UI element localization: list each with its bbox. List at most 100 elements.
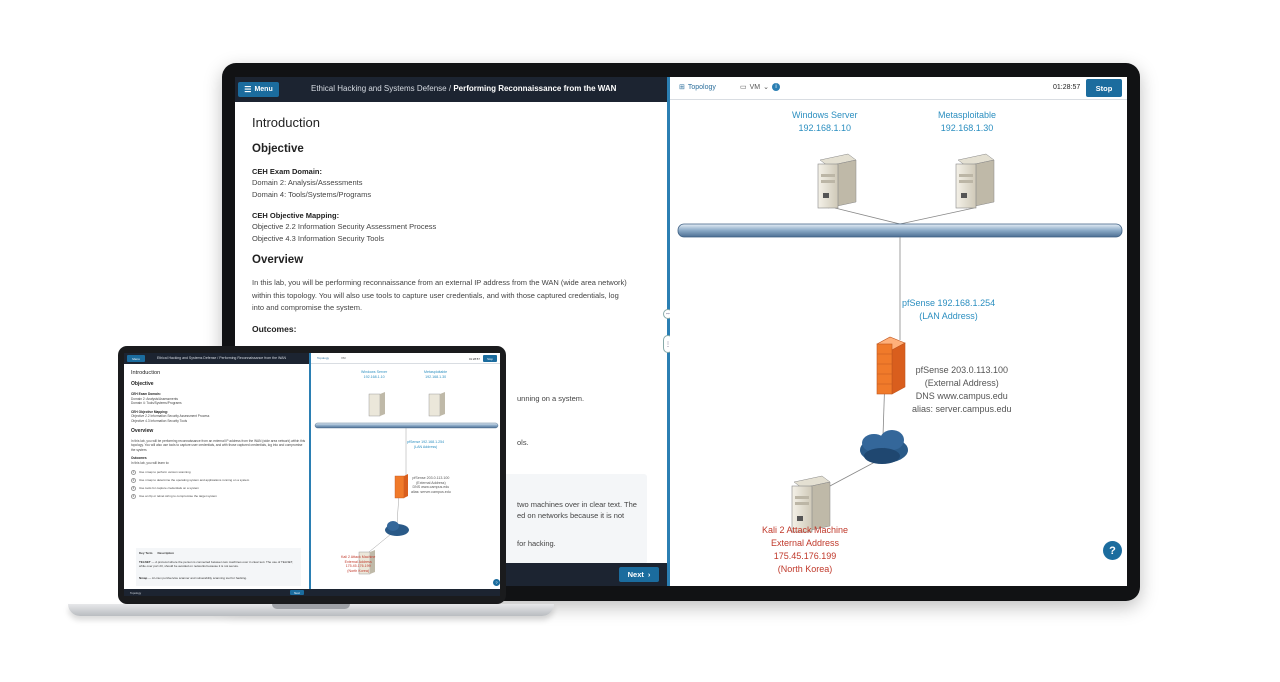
ceh-domain-label: CEH Exam Domain:: [252, 167, 323, 176]
laptop-help-button[interactable]: ?: [493, 579, 500, 586]
domain-item: Domain 4: Tools/Systems/Programs: [252, 190, 372, 199]
pfsense-wan-line: DNS www.campus.edu: [915, 391, 1008, 401]
laptop-overview-text: In this lab, you will be performing reco…: [131, 438, 306, 452]
internet-cloud-icon[interactable]: [860, 430, 908, 464]
metasploitable-name: Metasploitable: [938, 110, 997, 120]
hamburger-icon: ☰: [244, 84, 252, 94]
laptop-firewall-icon[interactable]: [394, 474, 408, 499]
laptop-key-terms-table: Key Term Description TELNET — A protocol…: [136, 548, 301, 586]
text-fragment: two machines over in clear text. The: [517, 500, 637, 509]
kali-line: Kali 2 Attack Machine: [762, 525, 849, 535]
menu-button[interactable]: ☰ Menu: [238, 82, 279, 97]
next-label: Next: [627, 570, 644, 579]
laptop-table-header: Key Term Description: [139, 551, 174, 555]
laptop-timer: 01:28:57: [469, 356, 480, 361]
laptop-topology-panel: Windows Server 192.168.1.10 Metasploitabl…: [311, 364, 500, 589]
topology-diagram: [677, 153, 1123, 533]
monitor-icon: ▭: [740, 84, 747, 91]
breadcrumb-lab: Performing Reconnaissance from the WAN: [453, 84, 617, 93]
laptop-metasploitable-label: Metasploitable 192.168.1.30: [424, 370, 448, 379]
laptop-outcome-item: 1 Use nmap to perform version scanning: [131, 469, 191, 475]
breadcrumb: Ethical Hacking and Systems Defense / Pe…: [311, 84, 616, 93]
pfsense-wan-line: (External Address): [924, 378, 999, 388]
metasploitable-label: Metasploitable 192.168.1.30: [938, 109, 996, 135]
topology-grid-icon: ⊞: [679, 84, 685, 91]
laptop-topology-header: Topology VM 01:28:57 Stop: [311, 353, 500, 364]
menu-label: Menu: [254, 86, 273, 93]
network-bus: [677, 223, 1123, 238]
laptop-screen: Menu Ethical Hacking and Systems Defense…: [124, 353, 500, 596]
text-fragment: ols.: [517, 438, 529, 447]
text-fragment: ed on networks because it is not: [517, 511, 625, 520]
firewall-icon[interactable]: [876, 336, 906, 395]
topology-header: ⊞ Topology ▭ VM ⌄ i 01:28:57 Stop: [670, 77, 1127, 100]
tab-vm-label: VM: [749, 83, 761, 91]
laptop-kali-label: Kali 2 Attack Machine External Address 17…: [341, 555, 376, 573]
chevron-right-icon: ›: [647, 570, 651, 579]
info-icon[interactable]: i: [772, 83, 780, 91]
next-button[interactable]: Next ›: [619, 567, 659, 582]
breadcrumb-course[interactable]: Ethical Hacking and Systems Defense /: [311, 84, 451, 93]
windows-server-icon[interactable]: [817, 153, 857, 209]
lab-content: Introduction Objective CEH Exam Domain: …: [252, 115, 652, 335]
lab-header: ☰ Menu Ethical Hacking and Systems Defen…: [235, 77, 667, 102]
marketing-stage: ☰ Menu Ethical Hacking and Systems Defen…: [0, 0, 1280, 682]
laptop-windows-server-icon[interactable]: [368, 392, 385, 417]
text-fragment: for hacking.: [517, 539, 556, 548]
kali-line: External Address: [771, 538, 840, 548]
laptop-footer-topology[interactable]: Topology: [130, 591, 141, 595]
kali-line: 175.45.176.199: [773, 551, 837, 561]
laptop-heading-introduction: Introduction: [131, 370, 161, 376]
laptop-stop-button[interactable]: Stop: [483, 355, 497, 362]
heading-overview: Overview: [252, 254, 304, 266]
laptop-next-button[interactable]: Next: [290, 590, 304, 595]
tab-topology[interactable]: ⊞ Topology: [679, 83, 716, 92]
domain-item: Domain 2: Analysis/Assessments: [252, 178, 363, 187]
lab-timer: 01:28:57: [1053, 84, 1081, 91]
laptop-footer: Topology Next: [124, 589, 500, 596]
kali-line: (North Korea): [777, 564, 833, 574]
laptop-content: Introduction Objective CEH Exam Domain: …: [131, 370, 306, 502]
laptop-outcome-item: 3 Use tools for capture credentials on a …: [131, 485, 200, 491]
laptop-heading-overview: Overview: [131, 427, 154, 434]
laptop-pfsense-wan-label: pfSense 203.0.113.100 (External Address) …: [411, 476, 451, 494]
help-button[interactable]: ?: [1103, 541, 1122, 560]
objective-item: Objective 2.2 Information Security Asses…: [252, 222, 437, 231]
objective-item: Objective 4.3 Information Security Tools: [252, 234, 385, 243]
pfsense-lan-line: (LAN Address): [919, 311, 978, 321]
kali-label: Kali 2 Attack Machine External Address 1…: [762, 524, 848, 576]
laptop-heading-objective: Objective: [131, 381, 154, 387]
laptop-metasploitable-server-icon[interactable]: [428, 392, 445, 417]
heading-objective: Objective: [252, 143, 304, 155]
tab-topology-label: Topology: [687, 83, 716, 91]
windows-server-ip: 192.168.1.10: [798, 123, 852, 133]
pfsense-wan-line: alias: server.campus.edu: [912, 404, 1012, 414]
pfsense-wan-line: pfSense 203.0.113.100: [915, 365, 1008, 375]
laptop-breadcrumb: Ethical Hacking and Systems Defense / Pe…: [157, 356, 287, 360]
laptop-outcome-item: 2 Use nmap to determine the operating sys…: [131, 477, 250, 483]
laptop-frame: Menu Ethical Hacking and Systems Defense…: [118, 346, 506, 604]
laptop-windows-server-label: Windows Server 192.168.1.10: [361, 370, 388, 379]
windows-server-name: Windows Server: [792, 110, 858, 120]
chevron-down-icon: ⌄: [763, 84, 769, 91]
laptop-menu-button[interactable]: Menu: [127, 355, 145, 362]
pfsense-lan-line: pfSense 192.168.1.254: [902, 298, 996, 308]
laptop-tab-vm[interactable]: VM: [341, 356, 346, 360]
overview-text: In this lab, you will be performing reco…: [252, 278, 627, 312]
ceh-mapping-label: CEH Objective Mapping:: [252, 211, 340, 220]
laptop-outcome-item: 4 Use an ftp or telnet string to compromi…: [131, 493, 217, 499]
laptop-table-row: Nmap — A Linux port/service scanner and …: [139, 576, 247, 580]
laptop-table-row: TELNET — A protocol where the person is …: [139, 560, 293, 568]
heading-introduction: Introduction: [252, 115, 320, 130]
metasploitable-ip: 192.168.1.30: [940, 123, 994, 133]
metasploitable-server-icon[interactable]: [955, 153, 995, 209]
heading-outcomes: Outcomes:: [252, 323, 297, 334]
pfsense-lan-label: pfSense 192.168.1.254 (LAN Address): [902, 297, 995, 323]
laptop-topology-diagram: [314, 392, 499, 575]
tab-vm[interactable]: ▭ VM ⌄ i: [740, 83, 780, 91]
laptop-internet-cloud-icon[interactable]: [385, 521, 409, 536]
pfsense-wan-label: pfSense 203.0.113.100 (External Address)…: [912, 364, 1012, 416]
laptop-tab-topology[interactable]: Topology: [317, 356, 329, 360]
text-fragment: unning on a system.: [517, 394, 585, 403]
stop-button[interactable]: Stop: [1086, 79, 1122, 97]
